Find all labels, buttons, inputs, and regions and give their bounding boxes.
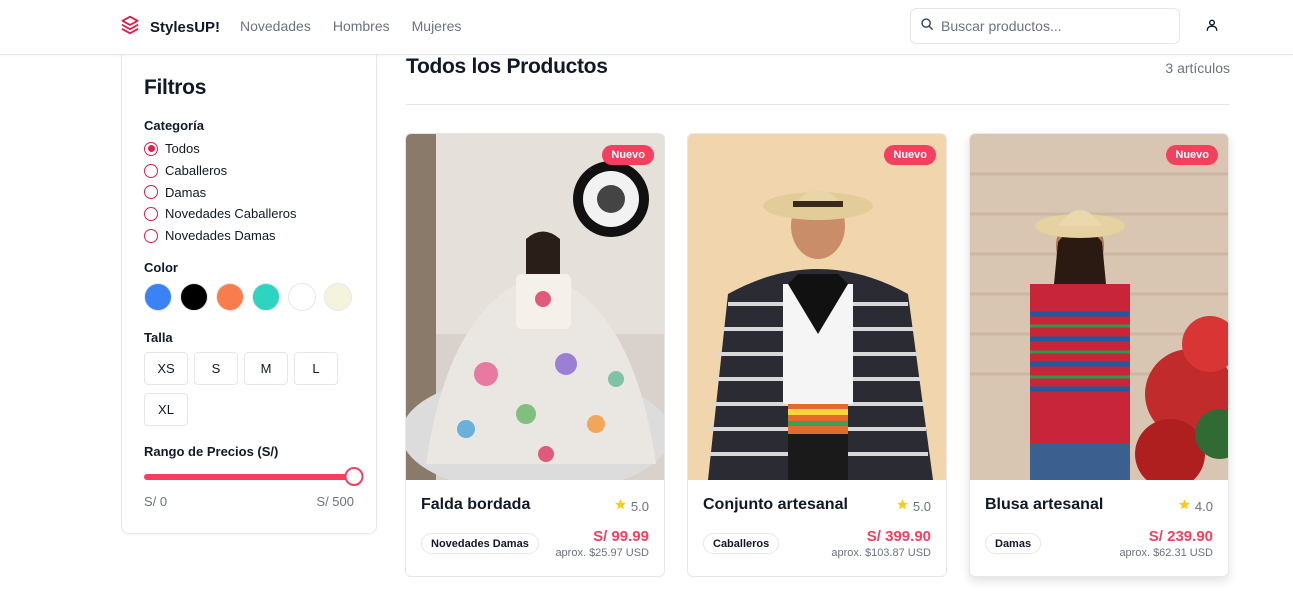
color-label: Color — [144, 260, 178, 275]
category-radio-group: Todos Caballeros Damas Novedades Caballe… — [144, 138, 297, 246]
search-box[interactable] — [910, 8, 1180, 44]
new-badge: Nuevo — [602, 145, 654, 165]
nav-link-novedades[interactable]: Novedades — [240, 18, 311, 34]
category-option-label: Todos — [165, 141, 200, 157]
category-option-label: Caballeros — [165, 163, 228, 179]
price-range-slider[interactable] — [144, 467, 364, 487]
product-card[interactable]: Nuevo Blusa artesanal 4.0 Damas S/ 239.9… — [969, 133, 1229, 577]
category-option-caballeros[interactable]: Caballeros — [144, 160, 297, 182]
search-icon — [920, 17, 934, 36]
size-button-xs[interactable]: XS — [144, 352, 188, 385]
color-swatch-teal[interactable] — [252, 283, 280, 311]
filters-title: Filtros — [144, 76, 207, 99]
price-max-value: S/ 500 — [316, 494, 354, 509]
search-input[interactable] — [941, 18, 1171, 34]
product-name[interactable]: Blusa artesanal — [985, 496, 1103, 514]
divider — [406, 104, 1230, 105]
product-card[interactable]: Nuevo Conjunto artesanal 5.0 Caballeros … — [687, 133, 947, 577]
category-option-novedades-damas[interactable]: Novedades Damas — [144, 225, 297, 247]
color-swatch-black[interactable] — [180, 283, 208, 311]
category-option-label: Novedades Caballeros — [165, 206, 297, 222]
user-account-button[interactable] — [1198, 14, 1226, 40]
product-price: S/ 99.99 — [593, 528, 649, 545]
size-button-s[interactable]: S — [194, 352, 238, 385]
product-rating: 5.0 — [614, 498, 649, 514]
product-name[interactable]: Conjunto artesanal — [703, 496, 848, 514]
rating-value: 4.0 — [1194, 498, 1213, 514]
product-name[interactable]: Falda bordada — [421, 496, 530, 514]
price-approx-usd: aprox. $25.97 USD — [555, 547, 649, 559]
price-approx-usd: aprox. $62.31 USD — [1119, 547, 1213, 559]
star-icon — [1178, 498, 1191, 514]
product-card[interactable]: Nuevo Falda bordada 5.0 Novedades Damas … — [405, 133, 665, 577]
size-button-xl[interactable]: XL — [144, 393, 188, 426]
product-info: Falda bordada 5.0 Novedades Damas S/ 99.… — [406, 480, 664, 576]
star-icon — [614, 498, 627, 514]
product-rating: 4.0 — [1178, 498, 1213, 514]
product-image[interactable]: Nuevo — [688, 134, 946, 480]
category-tag: Damas — [985, 533, 1042, 554]
price-min-value: S/ 0 — [144, 494, 168, 509]
results-count: 3 artículos — [1165, 60, 1230, 76]
category-option-label: Damas — [165, 184, 207, 200]
category-tag: Caballeros — [703, 533, 780, 554]
star-icon — [896, 498, 909, 514]
radio-button[interactable] — [144, 228, 158, 243]
category-option-novedades-caballeros[interactable]: Novedades Caballeros — [144, 203, 297, 225]
product-price: S/ 399.90 — [866, 528, 931, 545]
product-image[interactable]: Nuevo — [406, 134, 664, 480]
page-title: Todos los Productos — [406, 55, 608, 78]
top-navbar: StylesUP! Novedades Hombres Mujeres — [0, 0, 1293, 55]
filters-panel: Filtros Categoría Todos Caballeros Damas… — [121, 45, 377, 534]
nav-link-mujeres[interactable]: Mujeres — [412, 18, 462, 34]
price-range-label: Rango de Precios (S/) — [144, 444, 279, 459]
color-swatch-cream[interactable] — [324, 283, 352, 311]
logo[interactable]: StylesUP! — [120, 15, 220, 40]
radio-button[interactable] — [144, 141, 158, 156]
color-swatch-blue[interactable] — [144, 283, 172, 311]
category-option-todos[interactable]: Todos — [144, 138, 297, 160]
rating-value: 5.0 — [630, 498, 649, 514]
radio-button[interactable] — [144, 163, 158, 178]
user-icon — [1205, 18, 1219, 37]
slider-thumb[interactable] — [344, 467, 364, 486]
color-swatch-orange[interactable] — [216, 283, 244, 311]
size-button-l[interactable]: L — [294, 352, 338, 385]
size-button-m[interactable]: M — [244, 352, 288, 385]
rating-value: 5.0 — [912, 498, 931, 514]
main-nav: Novedades Hombres Mujeres — [240, 18, 461, 34]
color-swatches — [144, 283, 352, 311]
price-approx-usd: aprox. $103.87 USD — [831, 547, 931, 559]
category-tag: Novedades Damas — [421, 533, 539, 554]
radio-button[interactable] — [144, 206, 158, 221]
radio-button[interactable] — [144, 185, 158, 200]
product-rating: 5.0 — [896, 498, 931, 514]
slider-fill — [144, 474, 354, 480]
new-badge: Nuevo — [1166, 145, 1218, 165]
product-price: S/ 239.90 — [1148, 528, 1213, 545]
product-info: Blusa artesanal 4.0 Damas S/ 239.90 apro… — [970, 480, 1228, 576]
product-info: Conjunto artesanal 5.0 Caballeros S/ 399… — [688, 480, 946, 576]
color-swatch-white[interactable] — [288, 283, 316, 311]
category-option-damas[interactable]: Damas — [144, 181, 297, 203]
product-image[interactable]: Nuevo — [970, 134, 1228, 480]
new-badge: Nuevo — [884, 145, 936, 165]
layers-icon — [120, 15, 140, 40]
size-label: Talla — [144, 330, 173, 345]
category-option-label: Novedades Damas — [165, 228, 276, 244]
size-options: XS S M L XL — [144, 352, 359, 426]
nav-link-hombres[interactable]: Hombres — [333, 18, 390, 34]
logo-text: StylesUP! — [150, 19, 221, 36]
category-label: Categoría — [144, 118, 204, 133]
